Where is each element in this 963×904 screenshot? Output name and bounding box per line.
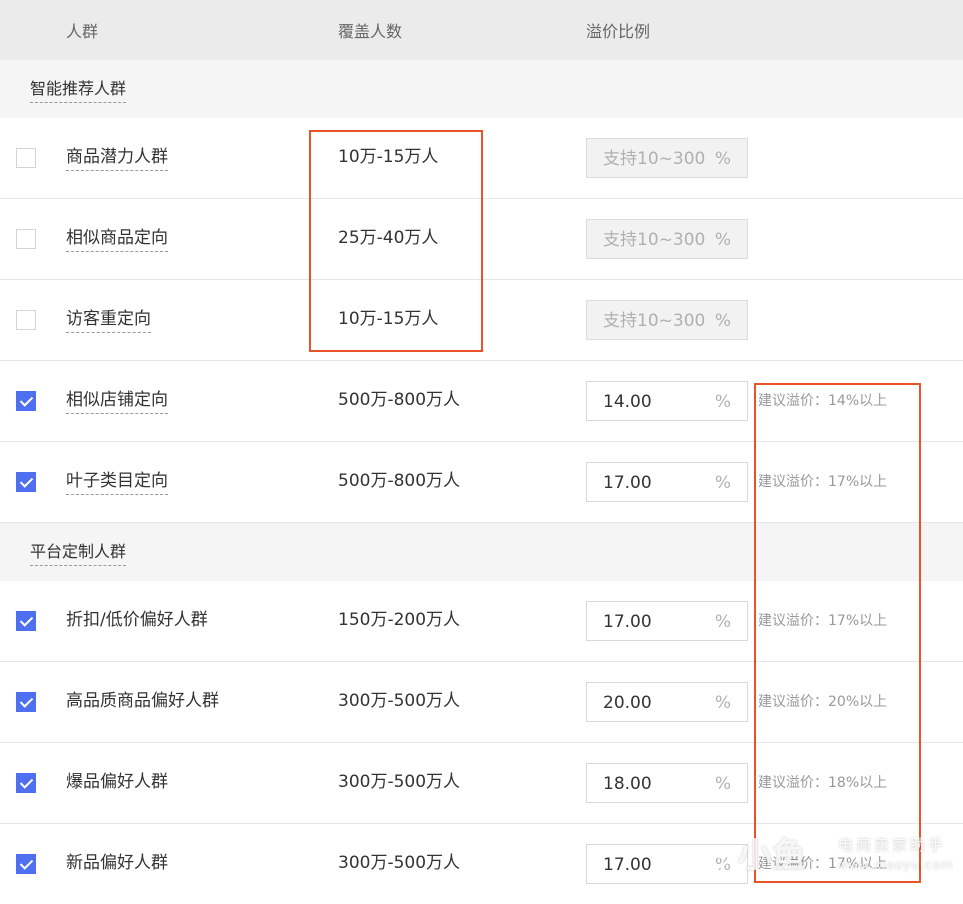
coverage-count: 500万-800万人 <box>338 390 461 410</box>
table-header: 人群 覆盖人数 溢价比例 <box>0 0 963 60</box>
section-smart-recommend: 智能推荐人群 <box>0 60 963 120</box>
premium-value: 17.00 <box>603 855 652 875</box>
suggested-premium: 建议溢价：17%以上 <box>758 856 888 872</box>
row-checkbox-checked[interactable] <box>16 692 36 712</box>
suggested-premium: 建议溢价：17%以上 <box>758 613 888 629</box>
coverage-count: 300万-500万人 <box>338 853 461 873</box>
suggested-premium: 建议溢价：17%以上 <box>758 474 888 490</box>
group-name[interactable]: 访客重定向 <box>66 307 151 333</box>
premium-input[interactable]: 20.00 % <box>586 682 748 722</box>
group-name[interactable]: 折扣/低价偏好人群 <box>66 608 208 632</box>
percent-unit: % <box>714 774 731 794</box>
group-name[interactable]: 爆品偏好人群 <box>66 770 168 794</box>
row-checkbox-checked[interactable] <box>16 773 36 793</box>
percent-unit: % <box>714 855 731 875</box>
table-row: 爆品偏好人群 300万-500万人 18.00 % 建议溢价：18%以上 <box>0 743 963 824</box>
group-name[interactable]: 高品质商品偏好人群 <box>66 689 219 713</box>
header-group: 人群 <box>66 22 99 41</box>
table-row: 叶子类目定向 500万-800万人 17.00 % 建议溢价：17%以上 <box>0 442 963 523</box>
percent-unit: % <box>714 693 731 713</box>
coverage-count: 150万-200万人 <box>338 610 461 630</box>
percent-unit: % <box>714 311 731 331</box>
premium-value: 17.00 <box>603 612 652 632</box>
premium-placeholder: 支持10~300 <box>603 311 706 331</box>
coverage-count: 25万-40万人 <box>338 228 439 248</box>
row-checkbox[interactable] <box>16 310 36 330</box>
section-platform-custom: 平台定制人群 <box>0 523 963 583</box>
table-row: 相似商品定向 25万-40万人 支持10~300 % <box>0 199 963 280</box>
table-row: 访客重定向 10万-15万人 支持10~300 % <box>0 280 963 361</box>
group-name[interactable]: 相似商品定向 <box>66 226 168 252</box>
premium-input[interactable]: 18.00 % <box>586 763 748 803</box>
premium-input[interactable]: 支持10~300 % <box>586 219 748 259</box>
group-name[interactable]: 新品偏好人群 <box>66 851 168 875</box>
coverage-count: 10万-15万人 <box>338 309 439 329</box>
row-checkbox-checked[interactable] <box>16 611 36 631</box>
header-premium: 溢价比例 <box>586 22 651 41</box>
header-coverage: 覆盖人数 <box>338 22 403 41</box>
table-row: 商品潜力人群 10万-15万人 支持10~300 % <box>0 118 963 199</box>
premium-value: 14.00 <box>603 392 652 412</box>
premium-value: 20.00 <box>603 693 652 713</box>
suggested-premium: 建议溢价：18%以上 <box>758 775 888 791</box>
group-name[interactable]: 叶子类目定向 <box>66 469 168 495</box>
row-checkbox[interactable] <box>16 148 36 168</box>
group-name[interactable]: 商品潜力人群 <box>66 145 168 171</box>
percent-unit: % <box>714 149 731 169</box>
row-checkbox-checked[interactable] <box>16 854 36 874</box>
coverage-count: 300万-500万人 <box>338 691 461 711</box>
premium-value: 18.00 <box>603 774 652 794</box>
section-title: 智能推荐人群 <box>30 77 127 103</box>
section-title: 平台定制人群 <box>30 540 127 566</box>
row-checkbox-checked[interactable] <box>16 391 36 411</box>
premium-input[interactable]: 17.00 % <box>586 462 748 502</box>
table-row: 折扣/低价偏好人群 150万-200万人 17.00 % 建议溢价：17%以上 <box>0 581 963 662</box>
premium-input[interactable]: 支持10~300 % <box>586 300 748 340</box>
premium-placeholder: 支持10~300 <box>603 230 706 250</box>
row-checkbox-checked[interactable] <box>16 472 36 492</box>
table-row: 高品质商品偏好人群 300万-500万人 20.00 % 建议溢价：20%以上 <box>0 662 963 743</box>
premium-input[interactable]: 14.00 % <box>586 381 748 421</box>
premium-input[interactable]: 17.00 % <box>586 844 748 884</box>
group-name[interactable]: 相似店铺定向 <box>66 388 168 414</box>
row-checkbox[interactable] <box>16 229 36 249</box>
percent-unit: % <box>714 392 731 412</box>
percent-unit: % <box>714 230 731 250</box>
suggested-premium: 建议溢价：14%以上 <box>758 393 888 409</box>
coverage-count: 500万-800万人 <box>338 471 461 491</box>
percent-unit: % <box>714 473 731 493</box>
table-row: 相似店铺定向 500万-800万人 14.00 % 建议溢价：14%以上 <box>0 361 963 442</box>
premium-input[interactable]: 支持10~300 % <box>586 138 748 178</box>
table-row: 新品偏好人群 300万-500万人 17.00 % 建议溢价：17%以上 <box>0 824 963 904</box>
coverage-count: 300万-500万人 <box>338 772 461 792</box>
percent-unit: % <box>714 612 731 632</box>
premium-value: 17.00 <box>603 473 652 493</box>
suggested-premium: 建议溢价：20%以上 <box>758 694 888 710</box>
premium-placeholder: 支持10~300 <box>603 149 706 169</box>
premium-input[interactable]: 17.00 % <box>586 601 748 641</box>
coverage-count: 10万-15万人 <box>338 147 439 167</box>
